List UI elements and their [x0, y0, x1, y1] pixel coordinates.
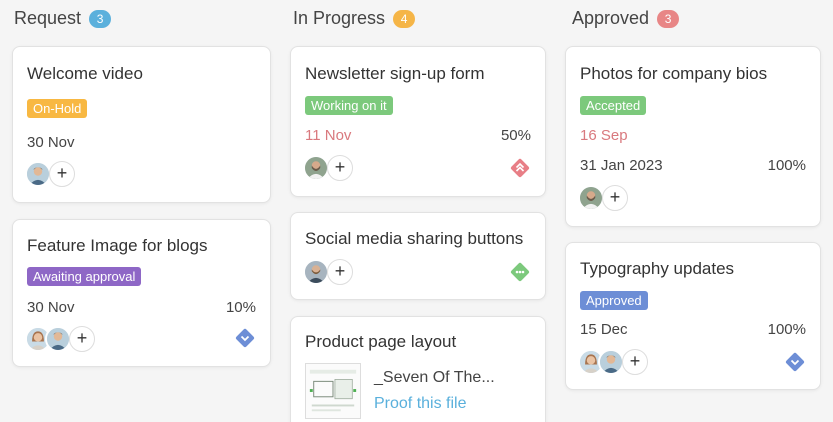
- count-badge: 3: [89, 9, 112, 28]
- count-badge: 4: [393, 9, 416, 28]
- status-tag: Accepted: [580, 96, 647, 115]
- task-card-typography[interactable]: Typography updates Approved 15 Dec 100% …: [565, 242, 821, 390]
- task-card-product-page[interactable]: Product page layout _Seven Of The... Pro…: [290, 316, 546, 422]
- progress-percent: 10%: [225, 299, 256, 316]
- proof-file-link[interactable]: Proof this file: [374, 395, 466, 413]
- due-date: 16 Sep: [580, 127, 628, 144]
- due-date: 11 Nov: [305, 127, 352, 144]
- status-tag: Awaiting approval: [27, 267, 142, 286]
- status-tag: Approved: [580, 291, 648, 310]
- task-card-welcome-video[interactable]: Welcome video On-Hold 30 Nov +: [12, 46, 271, 203]
- card-title: Social media sharing buttons: [305, 229, 524, 248]
- add-assignee-button[interactable]: +: [69, 326, 95, 352]
- due-date: 30 Nov: [27, 299, 75, 316]
- man-avatar[interactable]: [25, 161, 51, 187]
- card-title: Typography updates: [580, 259, 735, 278]
- column-header-in-progress: In Progress 4: [293, 8, 416, 29]
- task-card-feature-image[interactable]: Feature Image for blogs Awaiting approva…: [12, 219, 271, 367]
- high-priority-icon[interactable]: [509, 157, 531, 179]
- file-thumbnail[interactable]: [305, 363, 361, 419]
- task-card-newsletter[interactable]: Newsletter sign-up form Working on it 11…: [290, 46, 546, 197]
- man-avatar[interactable]: [45, 326, 71, 352]
- card-title: Welcome video: [27, 64, 143, 83]
- column-title: In Progress: [293, 8, 386, 28]
- due-date: 30 Nov: [27, 134, 75, 151]
- column-header-request: Request 3: [14, 8, 112, 29]
- progress-percent: 50%: [500, 127, 531, 144]
- card-title: Product page layout: [305, 332, 457, 351]
- card-title: Feature Image for blogs: [27, 236, 208, 255]
- medium-priority-icon[interactable]: [509, 261, 531, 283]
- add-assignee-button[interactable]: +: [49, 161, 75, 187]
- add-assignee-button[interactable]: +: [622, 349, 648, 375]
- assignees: +: [578, 185, 628, 211]
- assignees: +: [25, 161, 75, 187]
- assignees: +: [578, 349, 648, 375]
- add-assignee-button[interactable]: +: [327, 259, 353, 285]
- assignees: +: [25, 326, 95, 352]
- card-title: Newsletter sign-up form: [305, 64, 485, 83]
- add-assignee-button[interactable]: +: [602, 185, 628, 211]
- column-title: Request: [14, 8, 82, 28]
- due-date: 15 Dec: [580, 321, 628, 338]
- status-tag: On-Hold: [27, 99, 88, 118]
- status-tag: Working on it: [305, 96, 393, 115]
- file-name: _Seven Of The...: [374, 369, 495, 386]
- column-header-approved: Approved 3: [572, 8, 680, 29]
- man-avatar[interactable]: [598, 349, 624, 375]
- task-card-company-bios[interactable]: Photos for company bios Accepted 16 Sep …: [565, 46, 821, 227]
- assignees: +: [303, 155, 353, 181]
- column-title: Approved: [572, 8, 650, 28]
- task-card-social-media[interactable]: Social media sharing buttons +: [290, 212, 546, 300]
- count-badge: 3: [657, 9, 680, 28]
- card-title: Photos for company bios: [580, 64, 768, 83]
- man-avatar[interactable]: [303, 155, 329, 181]
- add-assignee-button[interactable]: +: [327, 155, 353, 181]
- progress-percent: 100%: [767, 321, 806, 338]
- completed-date: 31 Jan 2023: [580, 157, 663, 174]
- low-priority-icon[interactable]: [234, 327, 256, 349]
- man-avatar[interactable]: [578, 185, 604, 211]
- assignees: +: [303, 259, 353, 285]
- man-avatar[interactable]: [303, 259, 329, 285]
- low-priority-icon[interactable]: [784, 351, 806, 373]
- progress-percent: 100%: [767, 157, 806, 174]
